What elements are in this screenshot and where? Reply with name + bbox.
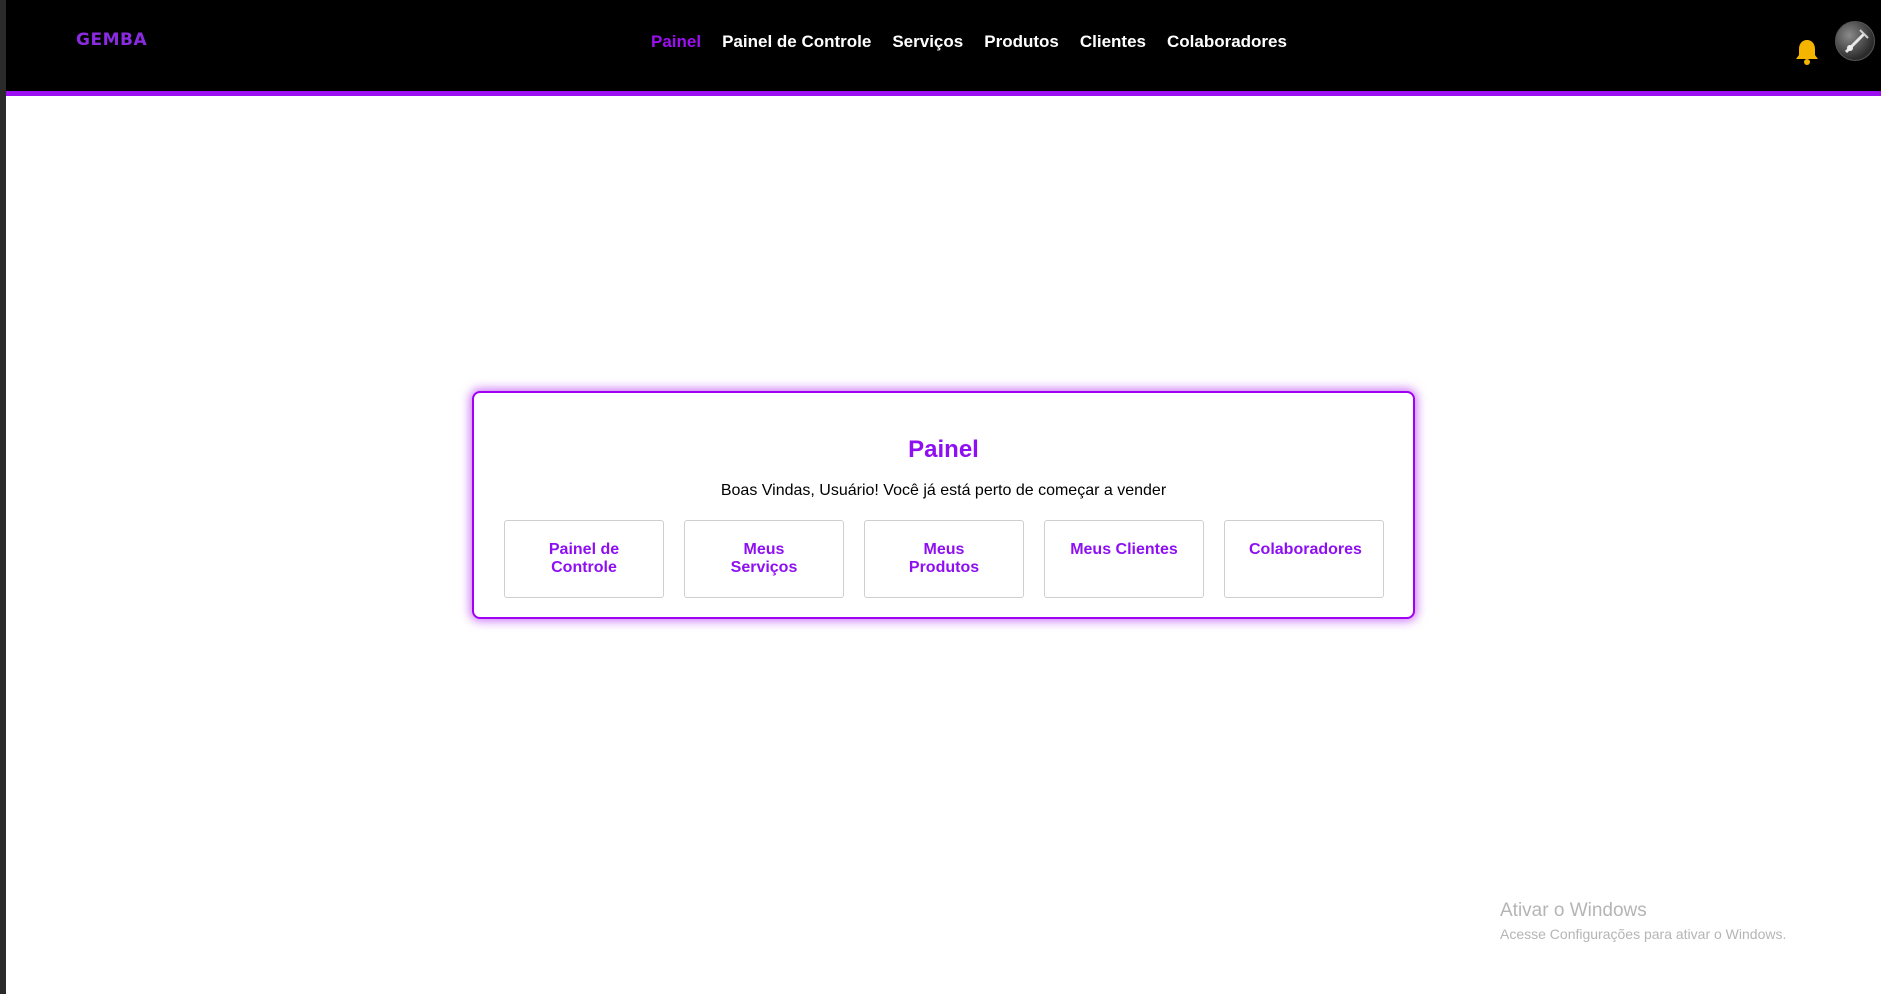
window-edge (0, 0, 6, 994)
shortcut-tiles: Painel de Controle Meus Serviços Meus Pr… (504, 520, 1384, 598)
tile-meus-clientes[interactable]: Meus Clientes (1044, 520, 1204, 598)
tile-meus-servicos[interactable]: Meus Serviços (684, 520, 844, 598)
watermark-subtitle: Acesse Configurações para ativar o Windo… (1500, 926, 1787, 942)
tile-colaboradores[interactable]: Colaboradores (1224, 520, 1384, 598)
nav-item-servicos[interactable]: Serviços (892, 32, 963, 52)
watermark-title: Ativar o Windows (1500, 900, 1647, 921)
tile-label: Painel de Controle (548, 541, 620, 576)
main-nav: Painel Painel de Controle Serviços Produ… (651, 32, 1287, 52)
tile-label: Meus Produtos (908, 541, 980, 576)
tile-label: Meus Serviços (730, 541, 798, 576)
brand-logo[interactable]: GEMBA (76, 30, 147, 50)
bell-icon[interactable] (1794, 38, 1820, 66)
nav-item-colaboradores[interactable]: Colaboradores (1167, 32, 1287, 52)
windows-activation-watermark: Ativar o Windows Acesse Configurações pa… (1500, 900, 1786, 942)
tile-label: Colaboradores (1249, 541, 1362, 558)
nav-item-painel-de-controle[interactable]: Painel de Controle (722, 32, 871, 52)
tile-meus-produtos[interactable]: Meus Produtos (864, 520, 1024, 598)
nav-item-painel[interactable]: Painel (651, 32, 701, 52)
tile-label: Meus Clientes (1070, 541, 1178, 558)
user-avatar[interactable] (1835, 21, 1875, 61)
welcome-message: Boas Vindas, Usuário! Você já está perto… (720, 482, 1167, 499)
top-navbar: GEMBA Painel Painel de Controle Serviços… (6, 0, 1881, 96)
panel-title: Painel (908, 436, 979, 463)
tile-painel-de-controle[interactable]: Painel de Controle (504, 520, 664, 598)
nav-item-produtos[interactable]: Produtos (984, 32, 1059, 52)
nav-item-clientes[interactable]: Clientes (1080, 32, 1146, 52)
welcome-panel: Painel Boas Vindas, Usuário! Você já est… (472, 391, 1415, 619)
